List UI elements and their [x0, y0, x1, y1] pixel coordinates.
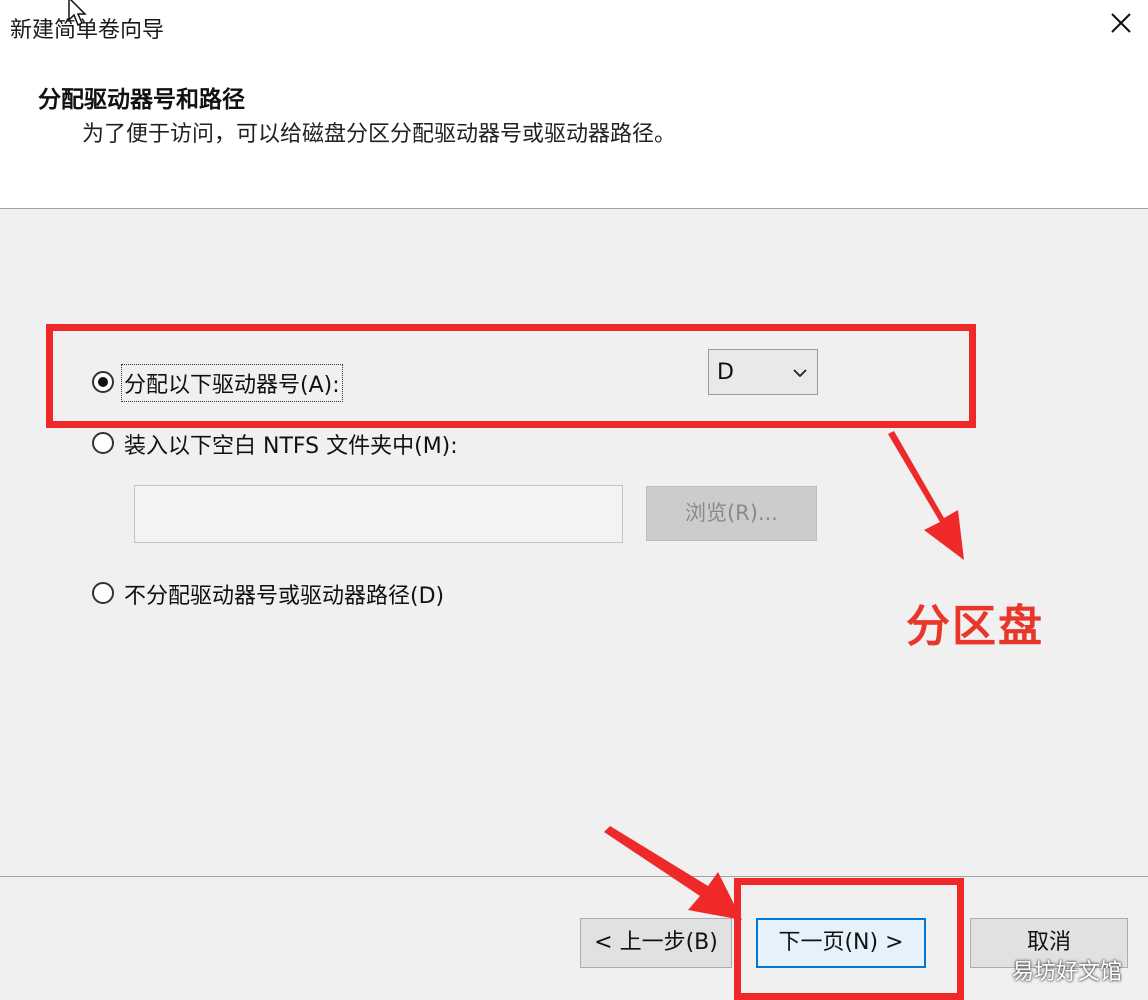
- page-subtitle: 为了便于访问，可以给磁盘分区分配驱动器号或驱动器路径。: [82, 122, 677, 147]
- wizard-header: 新建简单卷向导 分配驱动器号和路径 为了便于访问，可以给磁盘分区分配驱动器号或驱…: [0, 0, 1148, 209]
- mount-folder-radio[interactable]: [92, 432, 114, 454]
- no-assign-label[interactable]: 不分配驱动器号或驱动器路径(D): [124, 578, 444, 610]
- back-button[interactable]: < 上一步(B): [580, 918, 732, 968]
- no-assign-radio[interactable]: [92, 582, 114, 604]
- chevron-down-icon: [793, 369, 807, 378]
- annotation-label: 分区盘: [906, 601, 1044, 652]
- folder-path-input[interactable]: [134, 485, 623, 543]
- footer-divider: [0, 876, 1148, 877]
- mouse-cursor-icon: [66, 0, 94, 28]
- assign-letter-label[interactable]: 分配以下驱动器号(A):: [121, 364, 343, 402]
- assign-letter-radio[interactable]: [92, 371, 114, 393]
- wizard-window: 新建简单卷向导 分配驱动器号和路径 为了便于访问，可以给磁盘分区分配驱动器号或驱…: [0, 0, 1148, 1000]
- browse-button[interactable]: 浏览(R)...: [646, 486, 817, 541]
- next-button[interactable]: 下一页(N) >: [756, 918, 926, 968]
- page-heading: 分配驱动器号和路径: [38, 87, 245, 113]
- mount-folder-label[interactable]: 装入以下空白 NTFS 文件夹中(M):: [124, 428, 458, 460]
- close-icon[interactable]: [1106, 8, 1136, 38]
- watermark: 易坊好文馆: [1011, 960, 1122, 985]
- drive-letter-value: D: [717, 360, 734, 385]
- drive-letter-dropdown[interactable]: D: [708, 349, 818, 395]
- annotation-arrow-icon: [888, 431, 964, 560]
